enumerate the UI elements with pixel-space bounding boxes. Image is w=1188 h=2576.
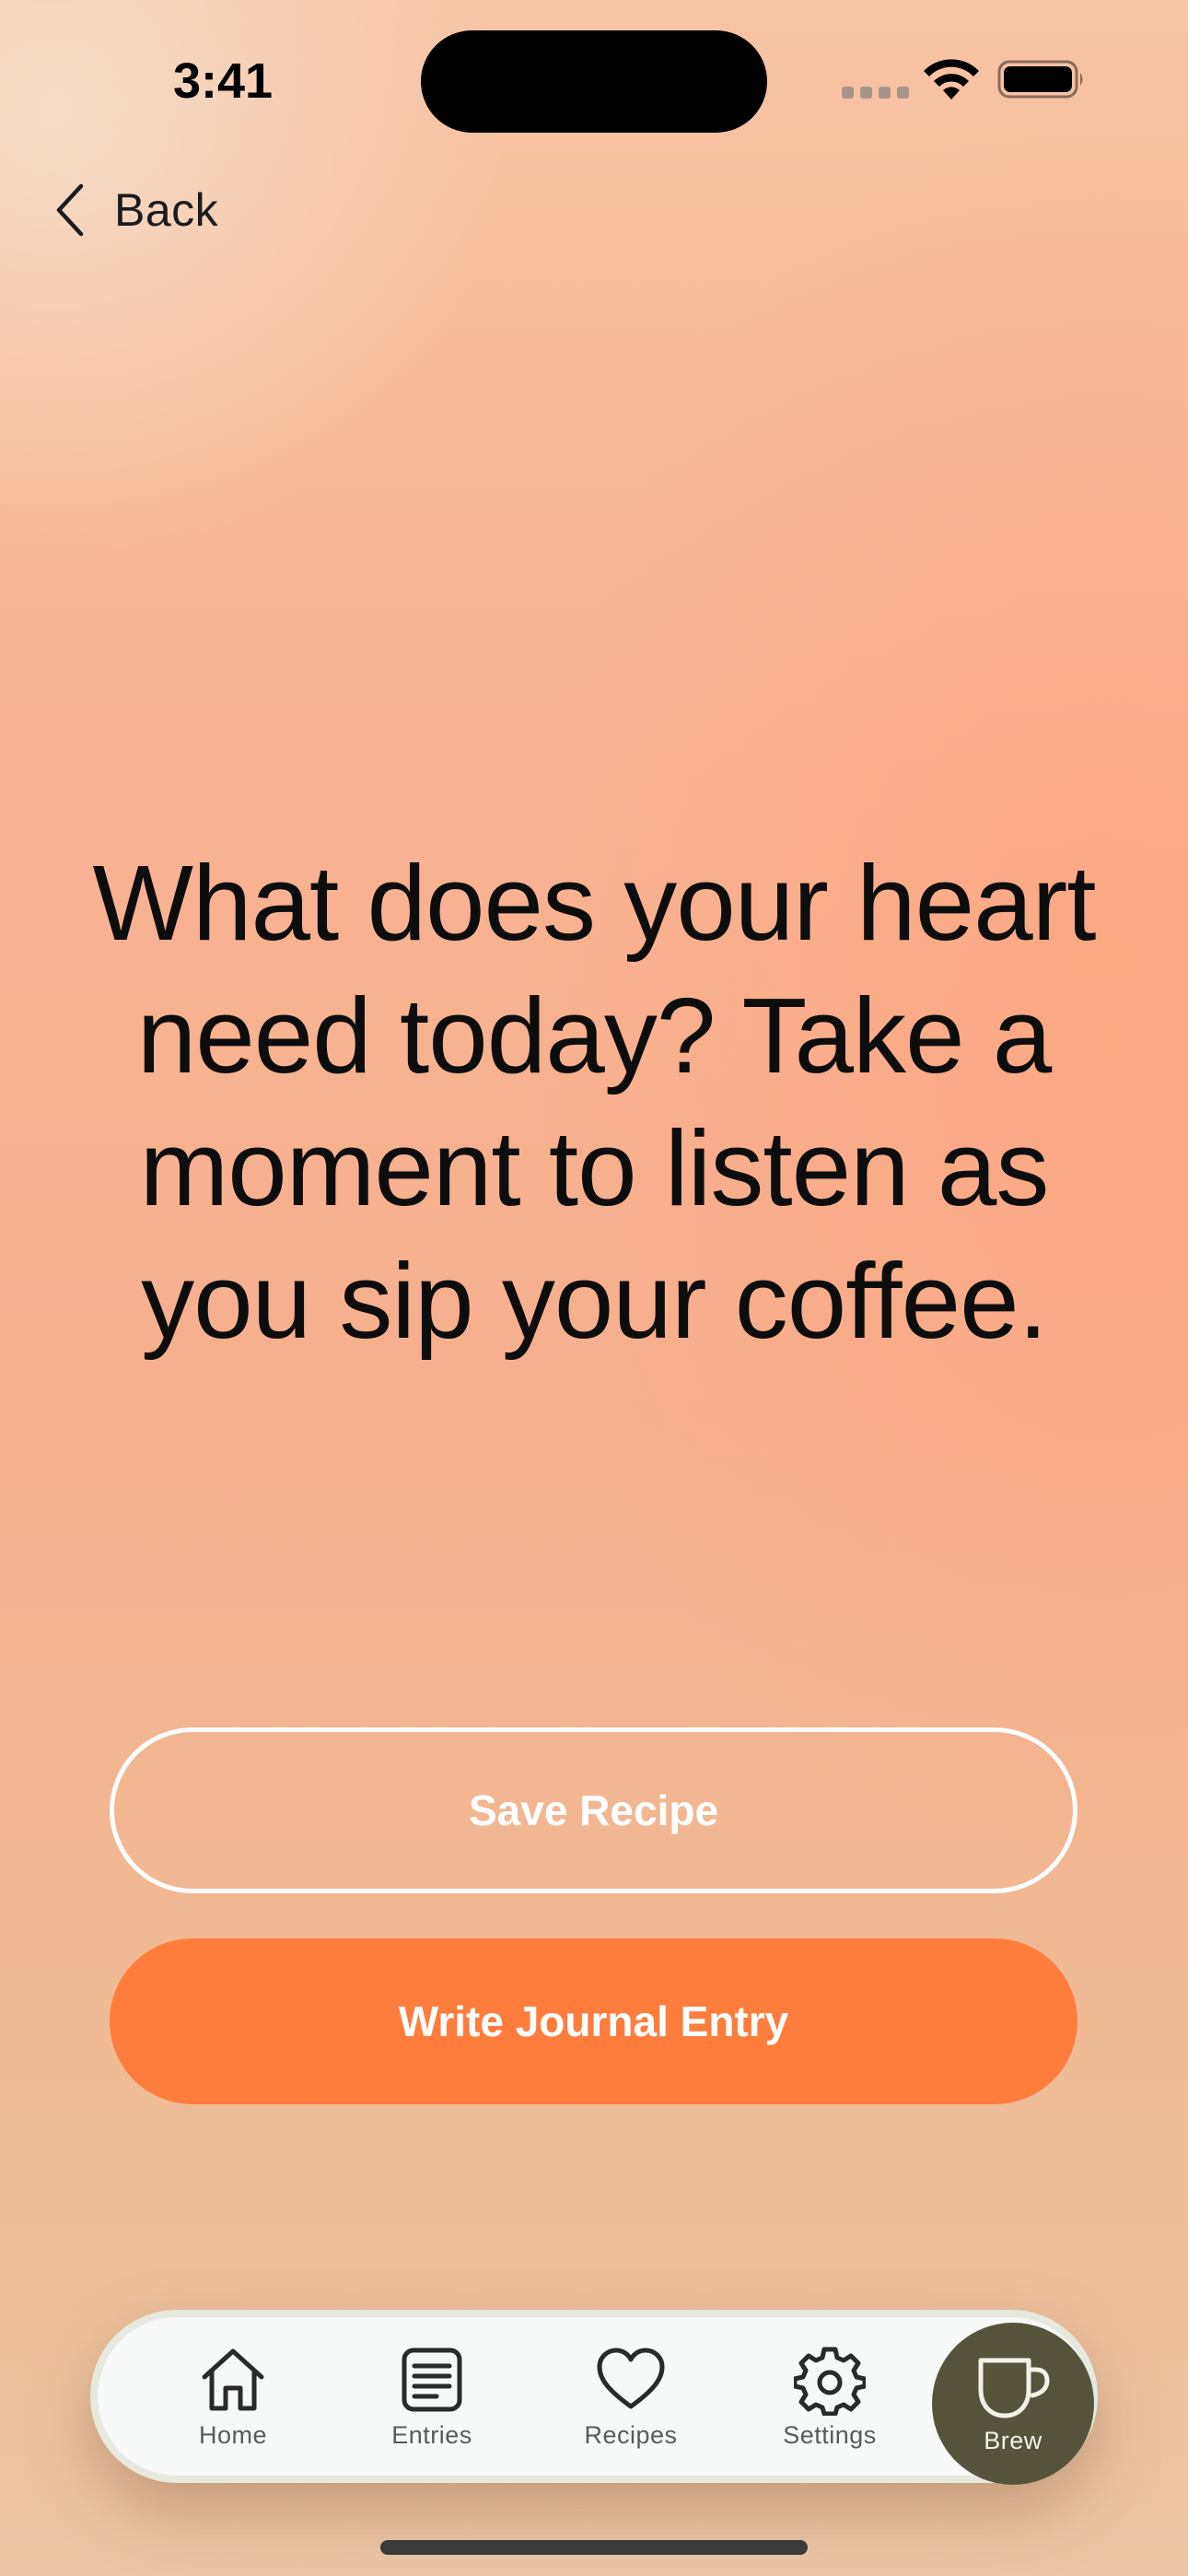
cup-icon [978,2358,1050,2418]
status-time: 3:41 [173,53,274,109]
battery-icon [997,60,1083,99]
home-icon [202,2348,264,2410]
tab-settings-label: Settings [783,2420,877,2449]
tab-bar: Home Entries Recipes Settings Brew [90,2310,1098,2485]
back-button[interactable]: Back [52,177,218,243]
back-label: Back [114,184,219,236]
gear-icon [794,2347,866,2416]
tab-entries-label: Entries [391,2420,472,2449]
tab-entries[interactable]: Entries [344,2317,519,2476]
tab-home-label: Home [198,2420,268,2449]
write-journal-entry-button[interactable]: Write Journal Entry [110,1938,1077,2104]
dynamic-island [421,30,767,133]
reflection-prompt: What does your heart need today? Take a … [92,843,1096,1361]
tab-settings[interactable]: Settings [742,2317,917,2476]
chevron-left-icon [56,183,84,237]
save-recipe-button[interactable]: Save Recipe [110,1727,1077,1893]
entries-icon [402,2348,462,2411]
cellular-icon [842,87,909,99]
tab-home[interactable]: Home [146,2317,320,2476]
tab-recipes-label: Recipes [584,2420,678,2449]
heart-icon [597,2348,665,2408]
wifi-icon [924,59,979,100]
home-indicator[interactable] [380,2540,808,2555]
tab-recipes[interactable]: Recipes [543,2317,718,2476]
tab-brew-label: Brew [984,2426,1042,2454]
tab-brew[interactable]: Brew [932,2323,1094,2485]
